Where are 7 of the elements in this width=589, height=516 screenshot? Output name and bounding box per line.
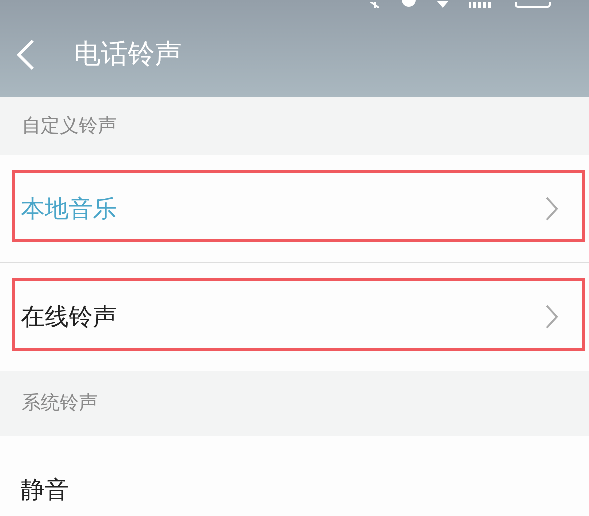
section-header: 系统铃声 <box>22 391 98 416</box>
battery-icon <box>515 2 551 8</box>
wifi-icon <box>437 1 449 8</box>
back-icon <box>16 39 36 71</box>
section-header: 自定义铃声 <box>22 114 117 139</box>
alarm-icon <box>401 0 417 8</box>
page-title: 电话铃声 <box>74 38 182 72</box>
